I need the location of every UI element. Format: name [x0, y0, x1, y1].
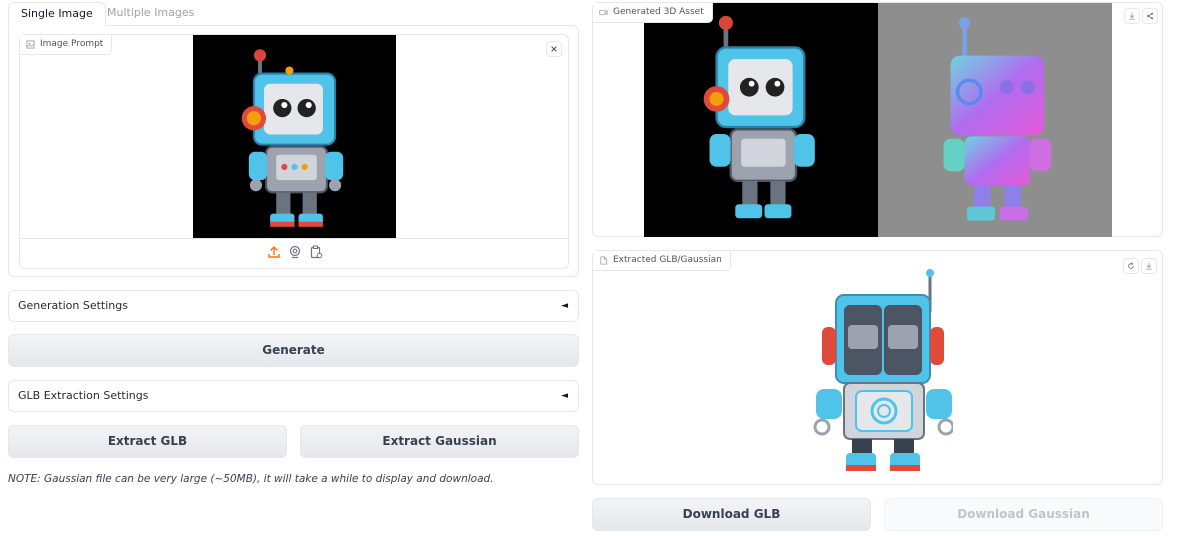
glb-extraction-settings-label: GLB Extraction Settings [18, 389, 149, 402]
caret-left-icon: ◄ [561, 391, 568, 401]
download-video-button[interactable] [1124, 8, 1140, 24]
tab-multiple-images[interactable]: Multiple Images [95, 2, 206, 26]
tab-single-image[interactable]: Single Image [8, 2, 106, 26]
robot-normal-render [943, 17, 1052, 221]
video-frame-color [644, 3, 878, 237]
extracted-model-panel: Extracted GLB/Gaussian [592, 250, 1163, 485]
extract-gaussian-button[interactable]: Extract Gaussian [300, 425, 579, 458]
download-model-button[interactable] [1141, 258, 1157, 274]
robot-render [703, 15, 815, 219]
extracted-label: Extracted GLB/Gaussian [593, 251, 731, 271]
generate-button[interactable]: Generate [8, 334, 579, 367]
download-icon [1146, 262, 1152, 270]
video-frame-normal [878, 3, 1112, 237]
reset-icon [1128, 262, 1134, 269]
close-icon [551, 46, 557, 52]
image-prompt-box: Image Prompt [19, 34, 569, 269]
paste-button[interactable] [309, 245, 323, 259]
single-image-tab-panel: Image Prompt [8, 25, 579, 277]
glb-extraction-settings-accordion[interactable]: GLB Extraction Settings ◄ [8, 380, 579, 412]
model-viewer-canvas[interactable] [808, 267, 955, 477]
share-button[interactable] [1142, 8, 1158, 24]
webcam-icon [289, 245, 301, 259]
video-icon [599, 9, 608, 16]
note-text: NOTE: Gaussian file can be very large (~… [8, 473, 494, 485]
clipboard-icon [310, 245, 323, 259]
share-icon [1146, 12, 1154, 20]
generated-3d-asset-panel: Generated 3D Asset [592, 2, 1163, 237]
download-glb-button[interactable]: Download GLB [592, 498, 871, 531]
generation-settings-accordion[interactable]: Generation Settings ◄ [8, 290, 579, 322]
robot-image [241, 49, 344, 227]
download-gaussian-button[interactable]: Download Gaussian [884, 498, 1163, 531]
image-prompt-label: Image Prompt [20, 35, 113, 55]
generation-settings-label: Generation Settings [18, 299, 128, 312]
upload-icon [268, 246, 280, 258]
file-icon [600, 256, 608, 265]
upload-button[interactable] [267, 245, 281, 259]
download-icon [1129, 12, 1135, 20]
caret-left-icon: ◄ [561, 301, 568, 311]
close-button[interactable] [546, 41, 562, 57]
image-icon [26, 40, 35, 49]
reset-view-button[interactable] [1123, 258, 1139, 274]
extract-glb-button[interactable]: Extract GLB [8, 425, 287, 458]
toolbar-divider [20, 238, 568, 239]
generated-3d-asset-label: Generated 3D Asset [593, 3, 713, 23]
prompt-image [193, 35, 396, 238]
webcam-button[interactable] [288, 245, 302, 259]
robot-3d-model [813, 269, 955, 471]
